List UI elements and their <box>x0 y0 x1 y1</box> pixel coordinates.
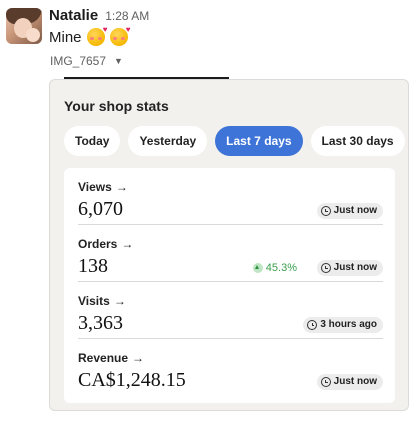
stat-label-revenue[interactable]: Revenue → <box>78 351 144 365</box>
clock-icon <box>320 377 331 387</box>
stat-value-orders: 138 <box>78 255 108 277</box>
stat-orders: Orders → 138 45.3% Just now <box>78 225 383 281</box>
stat-value-views: 6,070 <box>78 198 123 220</box>
clock-icon <box>320 263 331 273</box>
date-range-tabs: Today Yesterday Last 7 days Last 30 days… <box>64 126 408 156</box>
tab-last-30-days[interactable]: Last 30 days <box>310 126 405 156</box>
stat-label-text: Orders <box>78 237 118 251</box>
message-text: Mine ♥ ♥ <box>49 26 131 46</box>
card-title: Your shop stats <box>64 98 169 114</box>
smiling-face-with-hearts-icon: ♥ <box>109 26 131 46</box>
stat-label-orders[interactable]: Orders → <box>78 237 133 251</box>
message-header: Natalie 1:28 AM <box>49 7 149 27</box>
message-timestamp[interactable]: 1:28 AM <box>105 9 149 23</box>
stat-visits: Visits → 3,363 3 hours ago <box>78 282 383 338</box>
stat-revenue: Revenue → CA$1,248.15 Just now <box>78 339 383 395</box>
updated-badge: Just now <box>316 203 383 219</box>
attachment-toggle[interactable]: IMG_7657 ▼ <box>50 54 123 68</box>
trend-indicator: 45.3% <box>252 262 297 274</box>
slack-message: Natalie 1:28 AM Mine ♥ ♥ IMG_7657 ▼ Your… <box>0 0 419 421</box>
updated-text: Just now <box>333 262 377 273</box>
attachment-name: IMG_7657 <box>50 54 107 68</box>
stat-label-text: Visits <box>78 294 110 308</box>
clock-icon <box>320 206 331 216</box>
sender-avatar[interactable] <box>6 8 42 44</box>
shop-stats-card: Your shop stats Today Yesterday Last 7 d… <box>49 79 409 411</box>
trend-up-icon <box>252 263 263 273</box>
message-body: Mine <box>49 28 82 46</box>
arrow-right-icon: → <box>113 294 126 308</box>
stat-label-views[interactable]: Views → <box>78 180 128 194</box>
tab-last-7-days[interactable]: Last 7 days <box>215 126 303 156</box>
updated-badge: 3 hours ago <box>303 317 383 333</box>
stat-label-visits[interactable]: Visits → <box>78 294 126 308</box>
chevron-down-icon[interactable]: ▼ <box>114 56 123 66</box>
stat-label-text: Views <box>78 180 112 194</box>
stat-label-text: Revenue <box>78 351 129 365</box>
sender-name[interactable]: Natalie <box>49 7 98 24</box>
avatar-child-face <box>26 28 40 42</box>
tab-yesterday[interactable]: Yesterday <box>128 126 208 156</box>
trend-text: 45.3% <box>265 262 297 274</box>
stat-value-revenue: CA$1,248.15 <box>78 369 186 391</box>
updated-badge: Just now <box>316 260 383 276</box>
updated-badge: Just now <box>316 374 383 390</box>
updated-text: Just now <box>333 205 377 216</box>
stat-value-visits: 3,363 <box>78 312 123 334</box>
arrow-right-icon: → <box>115 180 128 194</box>
tab-today[interactable]: Today <box>64 126 121 156</box>
clock-icon <box>307 320 318 330</box>
arrow-right-icon: → <box>132 351 145 365</box>
stats-panel: Views → 6,070 Just now Orders → 138 45.3% <box>64 168 395 403</box>
arrow-right-icon: → <box>121 237 134 251</box>
smiling-face-with-hearts-icon: ♥ <box>86 26 108 46</box>
updated-text: 3 hours ago <box>320 319 377 330</box>
stat-views: Views → 6,070 Just now <box>78 168 383 224</box>
updated-text: Just now <box>333 376 377 387</box>
